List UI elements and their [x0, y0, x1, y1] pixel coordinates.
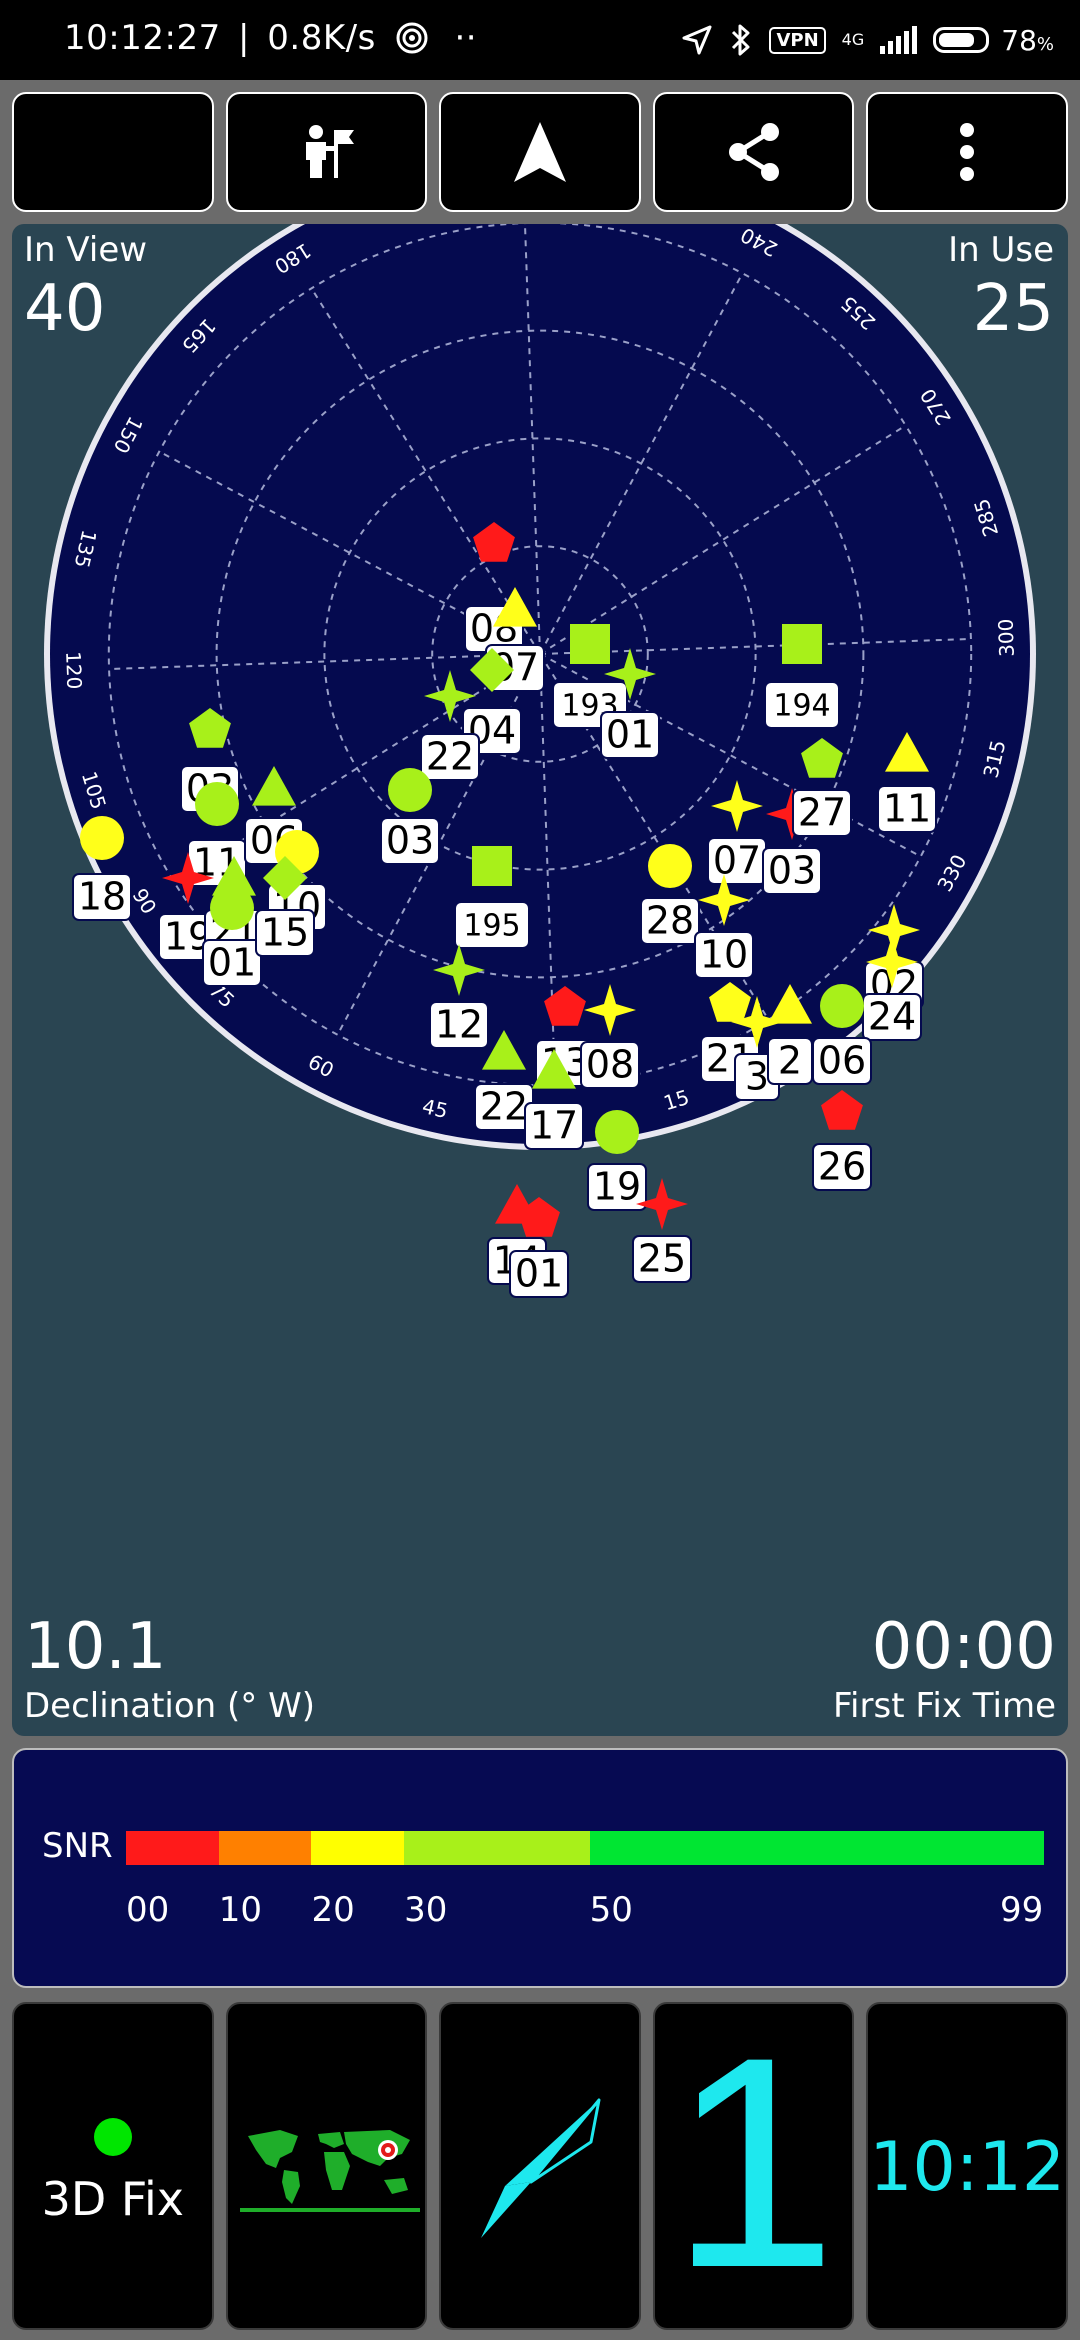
satellite-id: 03 [386, 819, 434, 863]
satellite-id: 19 [593, 1165, 641, 1209]
hotspot-icon [396, 22, 428, 54]
battery-indicator: 78% [933, 24, 1054, 57]
share-button[interactable] [652, 92, 855, 212]
satellite-id: 07 [713, 839, 761, 883]
person-flag-icon [306, 125, 355, 178]
satellite-id: 01 [208, 941, 256, 985]
battery-percent: 78 [1001, 23, 1037, 57]
satellite-id: 18 [78, 875, 126, 919]
snr-tick-label: 00 [126, 1890, 170, 1930]
satellite-id: 28 [646, 899, 694, 943]
satellite-id: 26 [818, 1145, 866, 1189]
satellite-id: 10 [700, 933, 748, 977]
declination-value: 10.1 [24, 1610, 167, 1684]
explore-button[interactable] [225, 92, 428, 212]
snr-segment [311, 1831, 405, 1865]
night-mode-button[interactable] [12, 92, 214, 212]
satellite-id: 08 [586, 1043, 634, 1087]
snr-tick-label: 30 [404, 1890, 448, 1930]
first-fix-time-value: 00:00 [871, 1610, 1056, 1684]
big-digit: 1 [670, 1994, 837, 2330]
snr-segment [589, 1831, 1044, 1865]
satellite-id: 27 [798, 791, 846, 835]
signal-strength-icon [880, 26, 918, 54]
clock-time: 10:12 [869, 2128, 1066, 2207]
satellite-id: 195 [463, 909, 520, 944]
satellite-count-button[interactable]: 1 [652, 1994, 855, 2330]
azimuth-label: 120 [61, 651, 86, 690]
snr-tick-label: 99 [1000, 1890, 1044, 1930]
battery-unit: % [1036, 33, 1054, 55]
in-view-label: In View [24, 230, 148, 270]
snr-tick-label: 10 [218, 1890, 262, 1930]
moon-icon [96, 128, 121, 176]
compass-button[interactable] [439, 2002, 641, 2330]
satellite-marker[interactable]: 26 [812, 1090, 872, 1191]
fix-status-label: 3D Fix [41, 2172, 185, 2226]
status-time: 10:12:27 [64, 18, 221, 58]
more-menu-button[interactable] [866, 92, 1068, 212]
satellite-id: 15 [261, 911, 309, 955]
snr-tick-label: 20 [311, 1890, 355, 1930]
satellite-id: 06 [818, 1039, 866, 1083]
first-fix-time-label: First Fix Time [832, 1686, 1056, 1726]
snr-tick-label: 50 [589, 1890, 633, 1930]
sky-view-panel: 0153045607590105120135150165180195210225… [12, 224, 1068, 1736]
status-separator: | [238, 18, 250, 58]
azimuth-label: 300 [994, 618, 1019, 657]
status-bar: 10:12:27 | 0.8K/s ·· VPN 4G 78% [0, 0, 1080, 80]
in-view-count: 40 [24, 272, 106, 346]
clock-button[interactable]: 10:12 [866, 2002, 1068, 2330]
in-use-label: In Use [948, 230, 1054, 270]
snr-segment [404, 1831, 590, 1865]
sky-plot: 0153045607590105120135150165180195210225… [44, 224, 1036, 1298]
status-net-speed: 0.8K/s [267, 18, 376, 58]
status-more-dots: ·· [454, 18, 478, 58]
satellite-id: 194 [773, 689, 830, 724]
satellite-id: 2 [778, 1039, 802, 1083]
navigation-arrow-icon [513, 122, 566, 182]
status-bar-clock: 10:12:27 | 0.8K/s ·· [64, 18, 477, 58]
world-map-button[interactable] [225, 2002, 428, 2330]
satellite-id: 22 [426, 735, 474, 779]
share-icon [728, 123, 779, 181]
satellite-id: 12 [435, 1003, 483, 1047]
world-map-icon [239, 2124, 420, 2214]
snr-segment [126, 1831, 219, 1865]
snr-color-scale [126, 1831, 1044, 1865]
network-type: 4G [841, 30, 865, 49]
toolbar [12, 92, 1068, 212]
more-vertical-icon [960, 123, 975, 181]
snr-segment [218, 1831, 312, 1865]
satellite-id: 24 [868, 995, 916, 1039]
vpn-badge: VPN [769, 26, 826, 54]
in-use-count: 25 [972, 272, 1054, 346]
fix-status-dot [94, 2118, 132, 2156]
satellite-id: 01 [515, 1252, 563, 1296]
bottom-bar: 3D Fix 1 10:12 [12, 2002, 1068, 2330]
satellite-id: 25 [638, 1237, 686, 1281]
bluetooth-icon [732, 24, 750, 56]
battery-icon [933, 27, 990, 53]
compass-needle-icon [481, 2098, 601, 2238]
fix-status-button[interactable]: 3D Fix [12, 2002, 214, 2330]
satellite-id: 11 [883, 787, 931, 831]
snr-legend-panel: SNR 00 10 20 30 50 99 [12, 1748, 1068, 1988]
navigate-button[interactable] [439, 92, 641, 212]
satellite-id: 3 [745, 1055, 769, 1099]
location-icon [682, 25, 712, 55]
satellite-id: 17 [530, 1104, 578, 1148]
satellite-id: 22 [480, 1085, 528, 1129]
satellite-marker[interactable]: 19 [587, 1110, 647, 1211]
declination-label: Declination (° W) [24, 1686, 315, 1726]
snr-label: SNR [42, 1826, 113, 1866]
satellite-id: 01 [606, 713, 654, 757]
satellite-id: 03 [768, 849, 816, 893]
